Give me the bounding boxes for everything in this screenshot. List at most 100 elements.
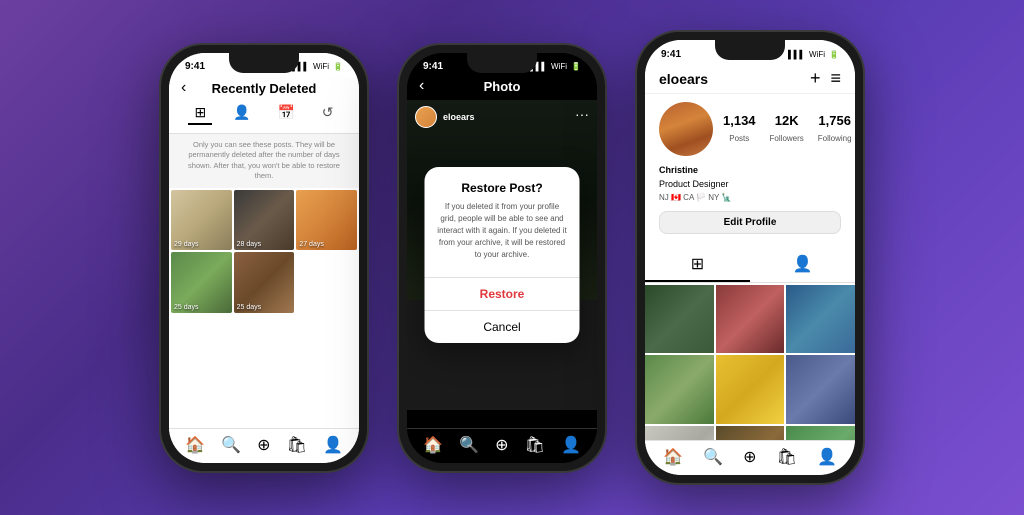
p3-view-tabs: ⊞ 👤 <box>645 248 855 283</box>
status-icons-3: ▌▌▌ WiFi 🔋 <box>788 50 839 59</box>
p1-header: ‹ Recently Deleted ⊞ 👤 📅 ↺ <box>169 77 359 134</box>
stat-followers: 12K Followers <box>770 113 804 146</box>
p1-header-row: ‹ Recently Deleted <box>181 81 347 96</box>
nav-add-1[interactable]: ⊕ <box>257 435 270 455</box>
p3-header: eloears + ≡ <box>645 64 855 94</box>
p2-user-row: eloears <box>415 106 475 128</box>
dialog-body: If you deleted it from your profile grid… <box>437 201 568 261</box>
wifi-icon: WiFi <box>313 62 329 71</box>
tab-calendar[interactable]: 📅 <box>271 102 300 125</box>
p2-page-title: Photo <box>484 79 521 94</box>
profile-grid-item-6[interactable] <box>786 355 855 424</box>
p3-profile-row: 1,134 Posts 12K Followers 1,756 Followin… <box>659 102 841 156</box>
grid-item-1[interactable]: 29 days <box>171 190 232 251</box>
nav-add-2[interactable]: ⊕ <box>495 435 508 455</box>
status-icons-2: ▌▌▌ WiFi 🔋 <box>530 62 581 71</box>
signal-icon-3: ▌▌▌ <box>788 50 805 59</box>
phone-3: 9:41 ▌▌▌ WiFi 🔋 eloears + ≡ 1,134 <box>635 30 865 485</box>
edit-profile-button[interactable]: Edit Profile <box>659 211 841 234</box>
profile-grid-item-1[interactable] <box>645 285 714 354</box>
phone-1-screen: 9:41 ▌▌▌ WiFi 🔋 ‹ Recently Deleted ⊞ 👤 📅… <box>169 53 359 463</box>
profile-grid-item-2[interactable] <box>716 285 785 354</box>
status-time-3: 9:41 <box>661 49 681 60</box>
wifi-icon-3: WiFi <box>809 50 825 59</box>
restore-button[interactable]: Restore <box>425 278 580 310</box>
p3-header-icons: + ≡ <box>810 68 841 89</box>
back-button[interactable]: ‹ <box>181 79 186 97</box>
wifi-icon-2: WiFi <box>551 62 567 71</box>
battery-icon: 🔋 <box>333 62 343 71</box>
menu-icon[interactable]: ≡ <box>830 68 841 89</box>
p3-bio: Christine Product Designer NJ 🇨🇦 CA 🏳️ N… <box>659 164 841 205</box>
nav-add-3[interactable]: ⊕ <box>743 447 756 467</box>
days-label-4: 25 days <box>174 304 199 311</box>
p2-photo-container: eloears ··· Restore Post? If you deleted… <box>407 100 597 410</box>
nav-search-3[interactable]: 🔍 <box>703 447 723 467</box>
p3-avatar <box>659 102 713 156</box>
profile-grid-item-4[interactable] <box>645 355 714 424</box>
p2-back-button[interactable]: ‹ <box>419 77 424 95</box>
nav-home-2[interactable]: 🏠 <box>423 435 443 455</box>
nav-shop-3[interactable]: 🛍 <box>777 447 797 467</box>
posts-label: Posts <box>729 134 749 143</box>
notch-3 <box>715 40 785 60</box>
nav-profile-2[interactable]: 👤 <box>561 435 581 455</box>
bottom-nav-2: 🏠 🔍 ⊕ 🛍 👤 <box>407 428 597 463</box>
nav-shop-2[interactable]: 🛍 <box>525 435 545 455</box>
days-label-5: 25 days <box>237 304 262 311</box>
restore-dialog: Restore Post? If you deleted it from you… <box>425 167 580 343</box>
grid-item-2[interactable]: 28 days <box>234 190 295 251</box>
tab-person[interactable]: 👤 <box>227 102 256 125</box>
phone-2: 9:41 ▌▌▌ WiFi 🔋 ‹ Photo eloears ··· <box>397 43 607 473</box>
battery-icon-2: 🔋 <box>571 62 581 71</box>
days-label-3: 27 days <box>299 241 324 248</box>
p3-profile-section: 1,134 Posts 12K Followers 1,756 Followin… <box>645 94 855 248</box>
nav-shop-1[interactable]: 🛍 <box>287 435 307 455</box>
nav-search-2[interactable]: 🔍 <box>459 435 479 455</box>
grid-item-3[interactable]: 27 days <box>296 190 357 251</box>
nav-home-3[interactable]: 🏠 <box>663 447 683 467</box>
p2-more-icon[interactable]: ··· <box>575 106 589 122</box>
tag-view-tab[interactable]: 👤 <box>750 248 855 282</box>
following-label: Following <box>818 134 852 143</box>
days-label-1: 29 days <box>174 241 199 248</box>
p2-header: ‹ Photo <box>407 77 597 100</box>
battery-icon-3: 🔋 <box>829 50 839 59</box>
page-title: Recently Deleted <box>212 81 317 96</box>
bottom-nav-3: 🏠 🔍 ⊕ 🛍 👤 <box>645 440 855 475</box>
followers-label: Followers <box>770 134 804 143</box>
tab-restore[interactable]: ↺ <box>316 102 340 125</box>
nav-search-1[interactable]: 🔍 <box>221 435 241 455</box>
tab-grid[interactable]: ⊞ <box>188 102 212 125</box>
phone-2-screen: 9:41 ▌▌▌ WiFi 🔋 ‹ Photo eloears ··· <box>407 53 597 463</box>
notch-1 <box>229 53 299 73</box>
add-icon[interactable]: + <box>810 68 821 89</box>
phone-1: 9:41 ▌▌▌ WiFi 🔋 ‹ Recently Deleted ⊞ 👤 📅… <box>159 43 369 473</box>
p1-tabs: ⊞ 👤 📅 ↺ <box>181 100 347 127</box>
cancel-button[interactable]: Cancel <box>425 311 580 343</box>
dialog-title: Restore Post? <box>437 181 568 195</box>
stat-following: 1,756 Following <box>818 113 852 146</box>
p1-notice: Only you can see these posts. They will … <box>169 134 359 188</box>
p3-avatar-img <box>659 102 713 156</box>
nav-profile-3[interactable]: 👤 <box>817 447 837 467</box>
grid-view-tab[interactable]: ⊞ <box>645 248 750 282</box>
days-label-2: 28 days <box>237 241 262 248</box>
stat-posts: 1,134 Posts <box>723 113 756 146</box>
nav-home-1[interactable]: 🏠 <box>185 435 205 455</box>
grid-item-5[interactable]: 25 days <box>234 252 295 313</box>
status-time-1: 9:41 <box>185 61 205 72</box>
posts-count: 1,134 <box>723 113 756 128</box>
following-count: 1,756 <box>818 113 852 128</box>
profile-grid-item-3[interactable] <box>786 285 855 354</box>
grid-item-4[interactable]: 25 days <box>171 252 232 313</box>
phone-3-screen: 9:41 ▌▌▌ WiFi 🔋 eloears + ≡ 1,134 <box>645 40 855 475</box>
status-icons-1: ▌▌▌ WiFi 🔋 <box>292 62 343 71</box>
status-time-2: 9:41 <box>423 61 443 72</box>
nav-profile-1[interactable]: 👤 <box>323 435 343 455</box>
bottom-nav-1: 🏠 🔍 ⊕ 🛍 👤 <box>169 428 359 463</box>
p2-username: eloears <box>443 112 475 122</box>
p2-avatar <box>415 106 437 128</box>
profile-grid-item-5[interactable] <box>716 355 785 424</box>
bio-name: Christine <box>659 165 698 175</box>
